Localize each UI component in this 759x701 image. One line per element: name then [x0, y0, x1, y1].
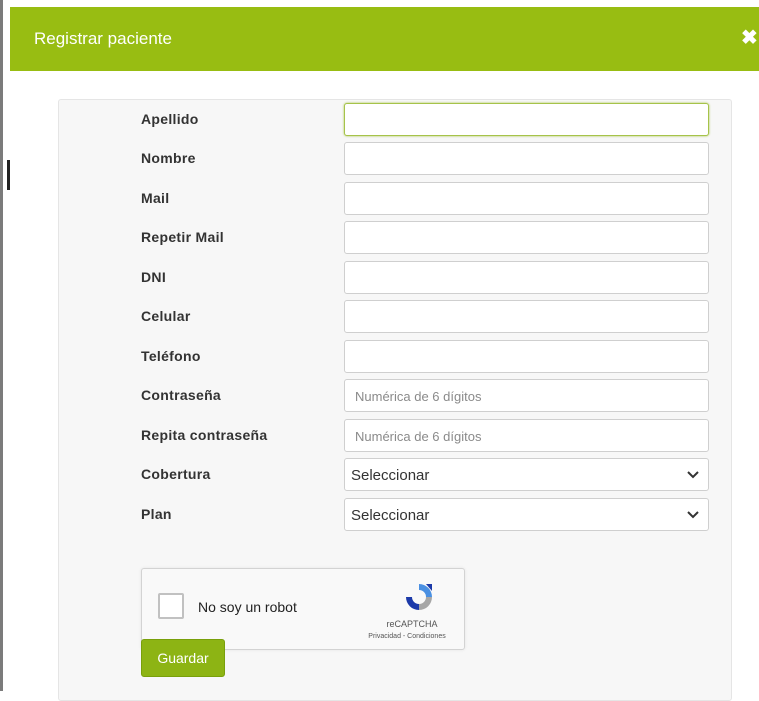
window-left-border — [0, 0, 3, 691]
nombre-input[interactable] — [344, 142, 709, 175]
celular-input[interactable] — [344, 300, 709, 333]
recaptcha-links[interactable]: Privacidad - Condiciones — [352, 633, 462, 640]
recaptcha-brand: reCAPTCHA — [386, 619, 438, 629]
field-label: Repita contraseña — [141, 427, 268, 443]
save-button[interactable]: Guardar — [141, 639, 225, 677]
dni-input[interactable] — [344, 261, 709, 294]
background-edge-mark — [7, 160, 10, 190]
repetir-mail-input[interactable] — [344, 221, 709, 254]
form-row-repita-contrasena: Repita contraseña — [59, 419, 731, 452]
apellido-input[interactable] — [344, 103, 709, 136]
field-label: Celular — [141, 308, 191, 324]
form-row-nombre: Nombre — [59, 142, 731, 175]
form-row-repetir-mail: Repetir Mail — [59, 221, 731, 254]
field-label: Nombre — [141, 150, 196, 166]
telefono-input[interactable] — [344, 340, 709, 373]
field-label: Contraseña — [141, 387, 222, 403]
form-row-contrasena: Contraseña — [59, 379, 731, 412]
field-label: Plan — [141, 506, 172, 522]
repita-contrasena-input[interactable] — [344, 419, 709, 452]
dialog-title: Registrar paciente — [34, 29, 172, 48]
field-label: Repetir Mail — [141, 229, 224, 245]
form-row-cobertura: Cobertura Seleccionar — [59, 458, 731, 491]
recaptcha-logo-icon — [406, 584, 432, 610]
field-label: Apellido — [141, 111, 199, 127]
select-value: Seleccionar — [351, 467, 430, 484]
registration-form: Apellido Nombre Mail Repetir Mail DNI Ce… — [58, 99, 732, 701]
chevron-down-icon — [687, 471, 699, 479]
mail-input[interactable] — [344, 182, 709, 215]
form-row-mail: Mail — [59, 182, 731, 215]
select-value: Seleccionar — [351, 507, 430, 524]
recaptcha-label: No soy un robot — [198, 599, 297, 615]
field-label: Mail — [141, 190, 170, 206]
field-label: Teléfono — [141, 348, 201, 364]
close-icon[interactable]: ✖ — [741, 27, 759, 49]
form-row-celular: Celular — [59, 300, 731, 333]
chevron-down-icon — [687, 511, 699, 519]
field-label: DNI — [141, 269, 167, 285]
contrasena-input[interactable] — [344, 379, 709, 412]
recaptcha-checkbox[interactable] — [158, 593, 184, 619]
form-row-apellido: Apellido — [59, 103, 731, 136]
dialog-header: Registrar paciente ✖ — [10, 7, 759, 71]
form-row-dni: DNI — [59, 261, 731, 294]
form-row-telefono: Teléfono — [59, 340, 731, 373]
plan-select[interactable]: Seleccionar — [344, 498, 709, 531]
cobertura-select[interactable]: Seleccionar — [344, 458, 709, 491]
field-label: Cobertura — [141, 466, 211, 482]
recaptcha-widget: No soy un robot reCAPTCHA Privacidad - C… — [141, 568, 465, 650]
form-row-plan: Plan Seleccionar — [59, 498, 731, 531]
